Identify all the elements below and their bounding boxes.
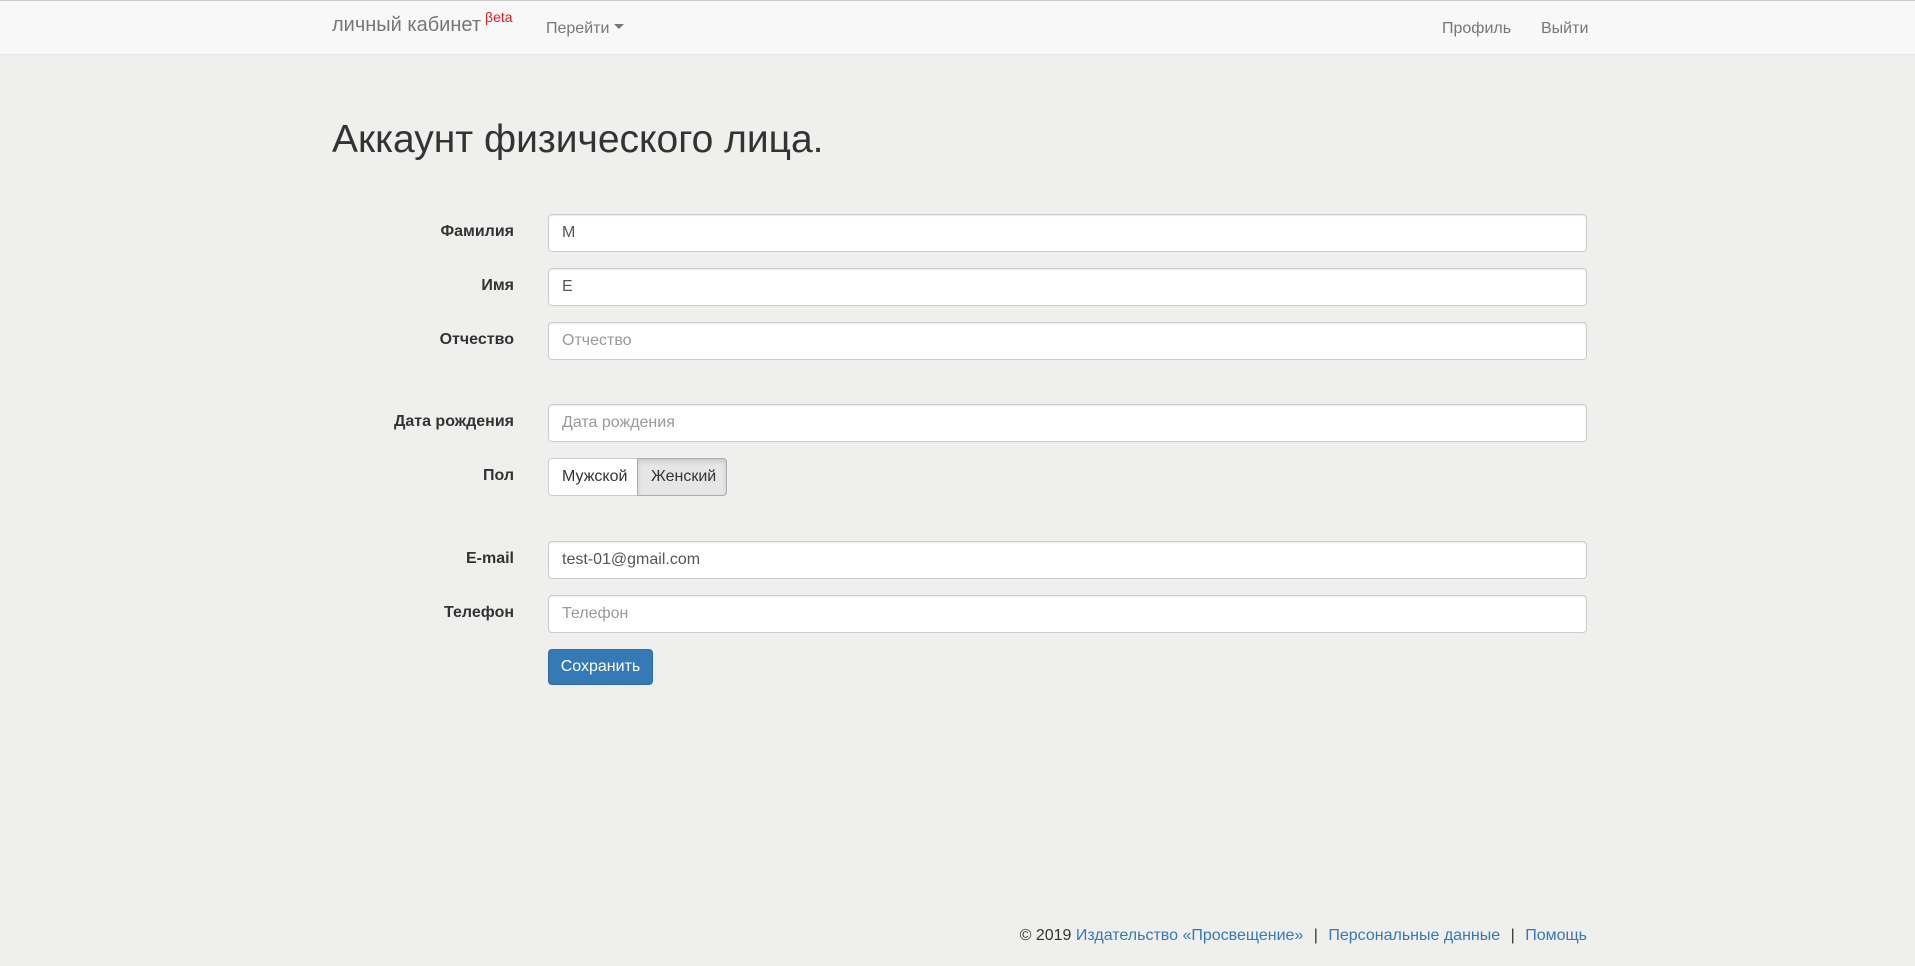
gender-label: Пол — [482, 467, 514, 484]
top-navbar: личный кабинет βeta Перейти Профиль Выйти — [0, 0, 1915, 55]
birth-date-row: Дата рождения — [0, 404, 1915, 442]
last-name-row: Фамилия — [0, 214, 1915, 252]
caret-down-icon[interactable] — [614, 24, 625, 30]
goto-menu-label[interactable]: Перейти — [546, 20, 609, 37]
first-name-row: Имя — [0, 268, 1915, 306]
phone-row: Телефон — [0, 595, 1915, 633]
last-name-label: Фамилия — [440, 223, 514, 240]
beta-badge: βeta — [485, 9, 513, 25]
personal-data-link[interactable]: Персональные данные — [1328, 927, 1500, 944]
help-link[interactable]: Помощь — [1525, 927, 1587, 944]
birth-date-label: Дата рождения — [393, 413, 514, 430]
phone-label: Телефон — [444, 604, 514, 621]
profile-link[interactable]: Профиль — [1442, 20, 1511, 38]
save-row: Сохранить — [0, 649, 1915, 687]
middle-name-label: Отчество — [439, 331, 514, 348]
phone-input[interactable] — [548, 595, 1587, 633]
gender-toggle-group: Мужской Женский — [548, 458, 727, 496]
logout-link[interactable]: Выйти — [1541, 20, 1588, 38]
email-row: E-mail — [0, 541, 1915, 579]
middle-name-row: Отчество — [0, 322, 1915, 360]
brand-logo[interactable]: личный кабинет βeta — [332, 9, 513, 37]
gender-female-button[interactable]: Женский — [637, 458, 727, 496]
footer-separator: | — [1313, 927, 1318, 944]
first-name-label: Имя — [481, 277, 514, 294]
email-input[interactable] — [548, 541, 1587, 579]
first-name-input[interactable] — [548, 268, 1587, 306]
birth-date-input[interactable] — [548, 404, 1587, 442]
email-label: E-mail — [465, 550, 514, 567]
publisher-link[interactable]: Издательство «Просвещение» — [1076, 927, 1303, 944]
middle-name-input[interactable] — [548, 322, 1587, 360]
page-title: Аккаунт физического лица. — [332, 118, 824, 161]
last-name-input[interactable] — [548, 214, 1587, 252]
save-button[interactable]: Сохранить — [548, 649, 653, 685]
copyright-text: © 2019 — [1019, 927, 1072, 944]
goto-menu-dropdown[interactable]: Перейти — [546, 20, 625, 38]
footer-separator: | — [1510, 927, 1515, 944]
gender-male-button[interactable]: Мужской — [548, 458, 638, 496]
gender-row: Пол Мужской Женский — [0, 458, 1915, 496]
brand-title[interactable]: личный кабинет — [332, 14, 481, 36]
footer: © 2019 Издательство «Просвещение» | Перс… — [1020, 927, 1587, 945]
